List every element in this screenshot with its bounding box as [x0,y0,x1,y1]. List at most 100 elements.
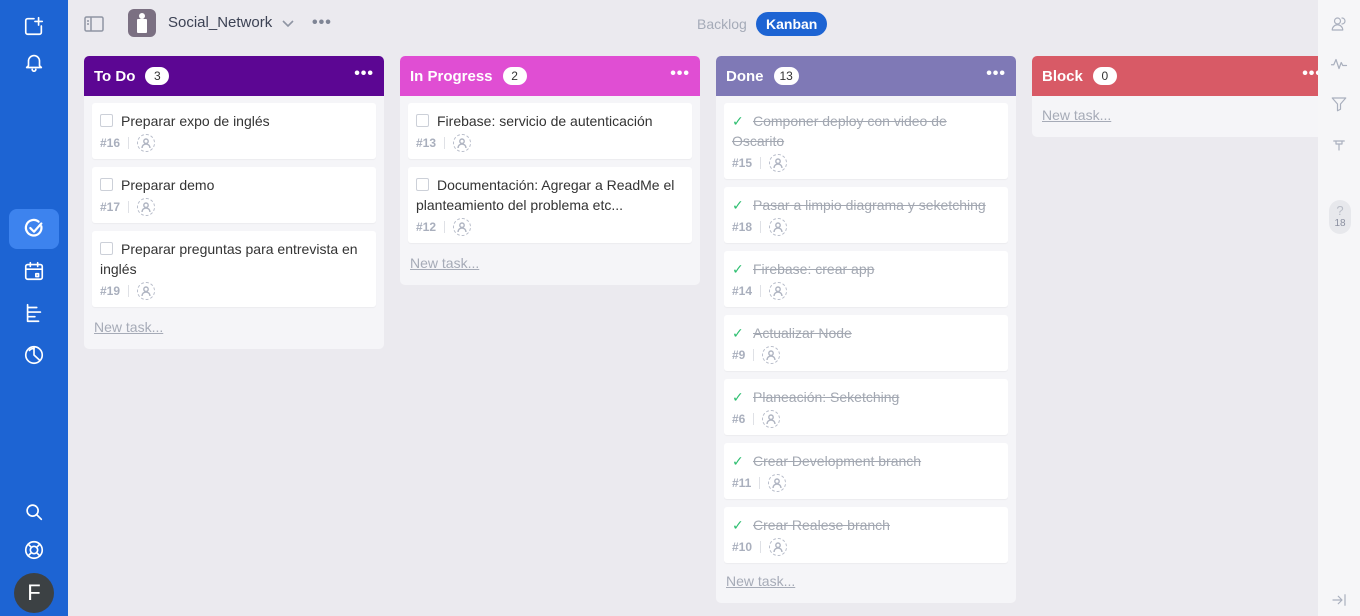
my-tasks-check-icon[interactable] [9,209,59,249]
done-check-icon[interactable]: ✓ [732,323,745,343]
column-body: ✓ Componer deploy con video de Oscarito #1… [716,96,1016,603]
calendar-icon[interactable] [9,251,59,291]
column-header: To Do 3 ••• [84,56,384,96]
meta-divider [444,137,446,149]
project-name[interactable]: Social_Network [168,14,272,31]
task-id: #9 [732,348,746,362]
task-id: #6 [732,412,746,426]
user-avatar[interactable]: F [14,573,54,613]
assignee-placeholder-icon[interactable] [137,198,156,216]
task-card[interactable]: ✓ Planeación: Seketching #6 [724,379,1008,435]
dashboard-pie-icon[interactable] [9,335,59,375]
task-list: ✓ Componer deploy con video de Oscarito #1… [724,103,1008,569]
task-card[interactable]: Firebase: servicio de autenticación #13 [408,103,692,159]
task-card[interactable]: ✓ Firebase: crear app #14 [724,251,1008,307]
search-icon[interactable] [9,492,59,532]
help-counter[interactable]: ? 18 [1329,200,1351,234]
help-question-icon: ? [1336,203,1344,218]
done-check-icon[interactable]: ✓ [732,259,745,279]
meta-divider [759,477,761,489]
assignee-placeholder-icon[interactable] [137,282,156,300]
task-title: Documentación: Agregar a ReadMe el plant… [416,177,675,213]
new-task-link[interactable]: New task... [408,251,692,279]
help-count: 18 [1334,218,1346,229]
sidebar-toggle-icon[interactable] [84,16,104,32]
task-title-row: ✓ Componer deploy con video de Oscarito [732,111,1000,151]
task-title: Preparar preguntas para entrevista en in… [100,241,358,277]
column-count-badge: 0 [1092,67,1117,85]
assignee-placeholder-icon[interactable] [769,218,788,236]
tab-kanban[interactable]: Kanban [756,12,828,36]
task-meta: #11 [732,473,1000,493]
task-card[interactable]: ✓ Crear Realese branch #10 [724,507,1008,563]
pin-icon[interactable] [1328,133,1350,155]
collapse-panel-icon[interactable] [1328,589,1350,611]
assignee-placeholder-icon[interactable] [769,538,788,556]
task-card[interactable]: ✓ Crear Development branch #11 [724,443,1008,499]
assignee-placeholder-icon[interactable] [769,154,788,172]
assignee-placeholder-icon[interactable] [768,474,787,492]
done-check-icon[interactable]: ✓ [732,451,745,471]
done-check-icon[interactable]: ✓ [732,111,745,131]
task-title: Crear Development branch [753,453,922,469]
task-card[interactable]: Preparar expo de inglés #16 [92,103,376,159]
help-lifebuoy-icon[interactable] [9,530,59,570]
task-id: #18 [732,220,753,234]
task-title-row: Preparar expo de inglés [100,111,368,131]
task-card[interactable]: Documentación: Agregar a ReadMe el plant… [408,167,692,243]
task-title-row: Preparar demo [100,175,368,195]
task-card[interactable]: Preparar demo #17 [92,167,376,223]
assignee-placeholder-icon[interactable] [762,410,781,428]
column-menu-icon[interactable]: ••• [354,65,374,83]
new-task-link[interactable]: New task... [92,315,376,343]
task-checkbox[interactable] [100,178,113,191]
done-check-icon[interactable]: ✓ [732,195,745,215]
task-card[interactable]: ✓ Actualizar Node #9 [724,315,1008,371]
column-done: Done 13 ••• ✓ Componer deploy con video de O… [716,56,1016,603]
new-task-link[interactable]: New task... [724,569,1008,597]
project-menu-icon[interactable]: ••• [312,14,332,32]
meta-divider [753,349,755,361]
timeline-icon[interactable] [9,293,59,333]
column-menu-icon[interactable]: ••• [670,65,690,83]
column-to-do: To Do 3 ••• Preparar expo de inglés #16 Prepa… [84,56,384,349]
task-title: Preparar demo [121,177,215,193]
filter-icon[interactable] [1328,93,1350,115]
notifications-bell-icon[interactable] [9,42,59,82]
task-title-row: ✓ Planeación: Seketching [732,387,1000,407]
column-block: Block 0 ••• New task... [1032,56,1332,137]
project-logo[interactable] [128,9,156,37]
task-checkbox[interactable] [416,178,429,191]
assignee-placeholder-icon[interactable] [453,134,472,152]
create-task-icon[interactable] [9,6,59,46]
column-count-badge: 13 [773,67,799,85]
done-check-icon[interactable]: ✓ [732,515,745,535]
task-meta: #9 [732,345,1000,365]
chevron-down-icon[interactable] [281,17,295,29]
task-card[interactable]: Preparar preguntas para entrevista en in… [92,231,376,307]
task-title: Componer deploy con video de Oscarito [732,113,947,149]
new-task-link[interactable]: New task... [1040,103,1324,131]
done-check-icon[interactable]: ✓ [732,387,745,407]
activity-icon[interactable] [1328,53,1350,75]
members-icon[interactable] [1328,13,1350,35]
column-count-badge: 2 [502,67,527,85]
assignee-placeholder-icon[interactable] [762,346,781,364]
task-card[interactable]: ✓ Componer deploy con video de Oscarito #1… [724,103,1008,179]
task-title-row: ✓ Pasar a limpio diagrama y seketching [732,195,1000,215]
task-checkbox[interactable] [100,114,113,127]
assignee-placeholder-icon[interactable] [137,134,156,152]
assignee-placeholder-icon[interactable] [453,218,472,236]
task-meta: #16 [100,133,368,153]
task-card[interactable]: ✓ Pasar a limpio diagrama y seketching #18 [724,187,1008,243]
task-meta: #12 [416,217,684,237]
task-id: #11 [732,476,752,490]
task-checkbox[interactable] [416,114,429,127]
tab-backlog[interactable]: Backlog [697,16,747,32]
assignee-placeholder-icon[interactable] [769,282,788,300]
task-meta: #13 [416,133,684,153]
column-menu-icon[interactable]: ••• [986,65,1006,83]
task-title: Planeación: Seketching [753,389,900,405]
task-title-row: ✓ Actualizar Node [732,323,1000,343]
task-checkbox[interactable] [100,242,113,255]
